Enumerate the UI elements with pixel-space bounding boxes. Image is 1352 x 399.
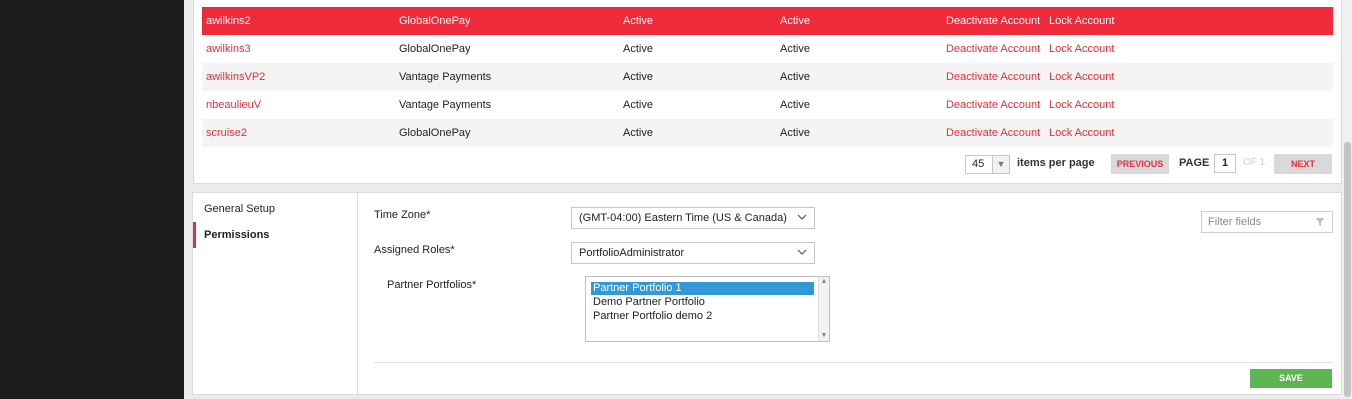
deactivate-account-link[interactable]: Deactivate Account bbox=[946, 63, 1040, 91]
assigned-roles-value: PortfolioAdministrator bbox=[579, 247, 685, 259]
save-button[interactable]: SAVE bbox=[1250, 369, 1332, 388]
table-row[interactable]: nbeaulieuV Vantage Payments Active Activ… bbox=[202, 91, 1333, 119]
time-zone-value: (GMT-04:00) Eastern Time (US & Canada) bbox=[579, 212, 787, 224]
organization-cell: Vantage Payments bbox=[399, 99, 492, 111]
table-row[interactable]: awilkinsVP2 Vantage Payments Active Acti… bbox=[202, 63, 1333, 91]
listbox-scrollbar[interactable]: ▲ ▼ bbox=[818, 277, 829, 341]
settings-side-nav: General Setup Permissions bbox=[193, 193, 358, 394]
organization-cell: GlobalOnePay bbox=[399, 127, 471, 139]
left-navigation-bar bbox=[0, 0, 184, 399]
status-cell: Active bbox=[780, 127, 810, 139]
username-link[interactable]: awilkins2 bbox=[206, 7, 251, 35]
assigned-roles-label: Assigned Roles* bbox=[374, 244, 455, 256]
scroll-up-icon[interactable]: ▲ bbox=[820, 278, 828, 286]
status-cell: Active bbox=[623, 71, 653, 83]
table-row[interactable]: scruise2 GlobalOnePay Active Active Deac… bbox=[202, 119, 1333, 147]
organization-cell: GlobalOnePay bbox=[399, 43, 471, 55]
nav-item-general-setup[interactable]: General Setup bbox=[193, 196, 356, 222]
lock-account-link[interactable]: Lock Account bbox=[1049, 119, 1114, 147]
table-row[interactable]: awilkins2 GlobalOnePay Active Active Dea… bbox=[202, 7, 1333, 35]
previous-page-button[interactable]: PREVIOUS bbox=[1111, 154, 1169, 174]
lock-account-link[interactable]: Lock Account bbox=[1049, 91, 1114, 119]
chevron-down-icon[interactable]: ▼ bbox=[992, 156, 1009, 173]
organization-cell: Vantage Payments bbox=[399, 71, 492, 83]
username-link[interactable]: awilkins3 bbox=[206, 35, 251, 63]
lock-account-link[interactable]: Lock Account bbox=[1049, 63, 1114, 91]
user-settings-panel: General Setup Permissions Time Zone* (GM… bbox=[192, 192, 1342, 395]
username-link[interactable]: awilkinsVP2 bbox=[206, 63, 265, 91]
time-zone-label: Time Zone* bbox=[374, 209, 431, 221]
deactivate-account-link[interactable]: Deactivate Account bbox=[946, 119, 1040, 147]
nav-item-permissions[interactable]: Permissions bbox=[193, 222, 356, 248]
next-page-button[interactable]: NEXT bbox=[1274, 154, 1332, 174]
lock-account-link[interactable]: Lock Account bbox=[1049, 35, 1114, 63]
time-zone-select[interactable]: (GMT-04:00) Eastern Time (US & Canada) bbox=[571, 207, 815, 229]
page-scrollbar[interactable] bbox=[1342, 0, 1352, 399]
items-per-page-select[interactable]: 45 ▼ bbox=[965, 155, 1010, 174]
username-link[interactable]: nbeaulieuV bbox=[206, 91, 261, 119]
status-cell: Active bbox=[623, 43, 653, 55]
lock-account-link[interactable]: Lock Account bbox=[1049, 7, 1114, 35]
portfolio-option[interactable]: Partner Portfolio demo 2 bbox=[591, 310, 814, 323]
status-cell: Active bbox=[780, 15, 810, 27]
status-cell: Active bbox=[623, 127, 653, 139]
chevron-down-icon bbox=[797, 214, 807, 220]
scroll-down-icon[interactable]: ▼ bbox=[820, 332, 828, 340]
users-table: awilkins2 GlobalOnePay Active Active Dea… bbox=[193, 0, 1342, 184]
status-cell: Active bbox=[623, 99, 653, 111]
deactivate-account-link[interactable]: Deactivate Account bbox=[946, 7, 1040, 35]
scrollbar-thumb[interactable] bbox=[1344, 142, 1351, 397]
filter-icon bbox=[1315, 218, 1325, 226]
organization-cell: GlobalOnePay bbox=[399, 15, 471, 27]
partner-portfolios-listbox[interactable]: Partner Portfolio 1 Demo Partner Portfol… bbox=[585, 276, 830, 342]
status-cell: Active bbox=[780, 99, 810, 111]
table-row[interactable]: awilkins3 GlobalOnePay Active Active Dea… bbox=[202, 35, 1333, 63]
filter-fields-input[interactable]: Filter fields bbox=[1201, 211, 1333, 233]
page-number-input[interactable]: 1 bbox=[1214, 154, 1236, 173]
portfolio-option[interactable]: Partner Portfolio 1 bbox=[591, 282, 814, 295]
page-count-label: OF 1 bbox=[1243, 157, 1266, 168]
filter-fields-placeholder: Filter fields bbox=[1208, 216, 1262, 228]
pagination-bar: 45 ▼ items per page PREVIOUS PAGE 1 OF 1… bbox=[194, 154, 1341, 176]
deactivate-account-link[interactable]: Deactivate Account bbox=[946, 35, 1040, 63]
status-cell: Active bbox=[780, 43, 810, 55]
items-per-page-label: items per page bbox=[1017, 157, 1095, 169]
assigned-roles-select[interactable]: PortfolioAdministrator bbox=[571, 242, 815, 264]
status-cell: Active bbox=[780, 71, 810, 83]
username-link[interactable]: scruise2 bbox=[206, 119, 247, 147]
form-divider bbox=[374, 362, 1333, 363]
status-cell: Active bbox=[623, 15, 653, 27]
page-label: PAGE bbox=[1179, 157, 1210, 169]
items-per-page-value: 45 bbox=[972, 158, 985, 170]
portfolio-option[interactable]: Demo Partner Portfolio bbox=[591, 296, 814, 309]
chevron-down-icon bbox=[797, 249, 807, 255]
partner-portfolios-label: Partner Portfolios* bbox=[387, 279, 477, 291]
deactivate-account-link[interactable]: Deactivate Account bbox=[946, 91, 1040, 119]
